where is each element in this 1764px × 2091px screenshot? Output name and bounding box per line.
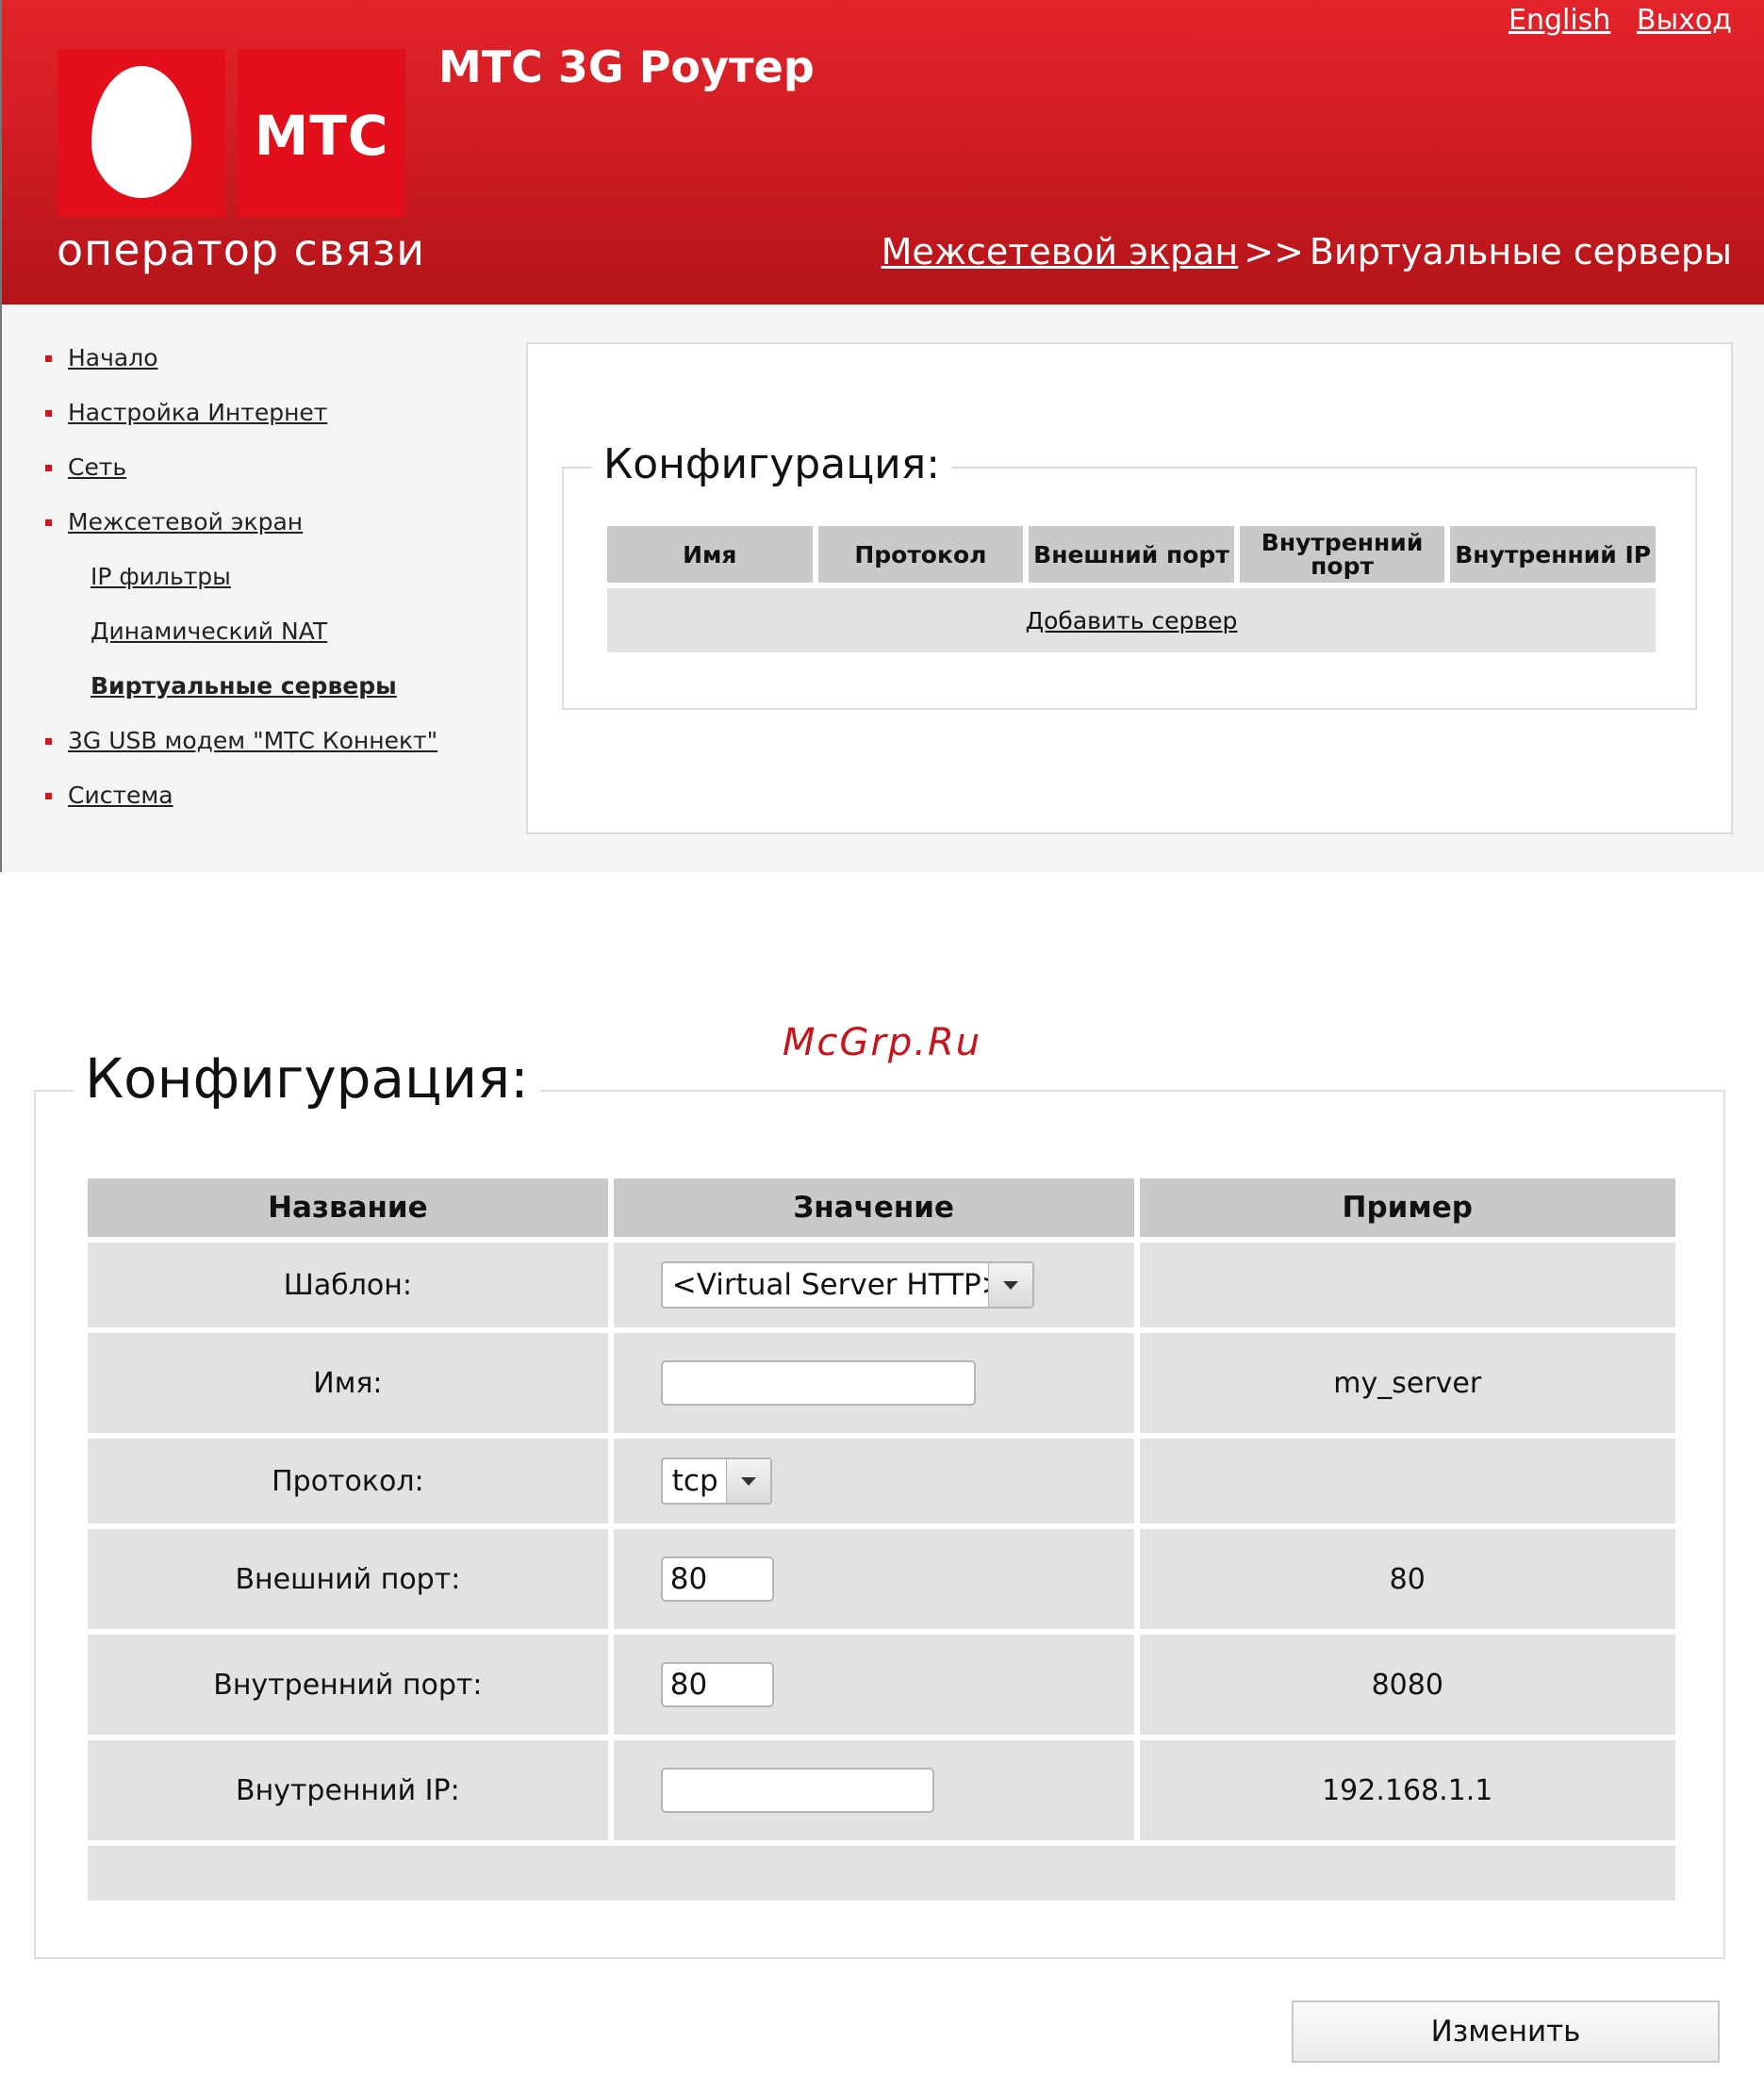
sidebar-item-label[interactable]: IP фильтры: [91, 561, 231, 593]
row-label: Шаблон:: [88, 1243, 608, 1327]
servers-table: Имя Протокол Внешний порт Внутренний пор…: [602, 520, 1661, 658]
column-header-internal-ip: Внутренний IP: [1450, 526, 1656, 583]
table-row: Внешний порт: 80: [88, 1529, 1675, 1629]
sidebar-item-label[interactable]: Начало: [68, 342, 157, 374]
tagline: оператор связи: [57, 224, 426, 275]
table-row: Имя: my_server: [88, 1333, 1675, 1433]
footer-cell: [88, 1846, 1675, 1901]
external-port-input[interactable]: [660, 1556, 774, 1602]
bullet-icon: [45, 519, 52, 526]
template-select-value: <Virtual Server HTTP>: [671, 1268, 1006, 1302]
column-header-protocol: Протокол: [817, 526, 1024, 583]
sidebar: Начало Настройка Интернет Сеть Межсетево…: [45, 342, 517, 834]
sidebar-item-label[interactable]: Виртуальные серверы: [91, 670, 397, 702]
table-row: Добавить сервер: [607, 588, 1656, 652]
server-config-fieldset: Конфигурация: Название Значение Пример Ш…: [34, 1046, 1725, 1959]
sidebar-item-dynamic-nat[interactable]: Динамический NAT: [45, 616, 517, 670]
sidebar-item-label[interactable]: Сеть: [68, 452, 126, 484]
content-panel: Конфигурация: Имя Протокол Внешний порт …: [526, 342, 1733, 834]
bullet-icon: [45, 410, 52, 417]
row-value-cell: [613, 1529, 1134, 1629]
row-value-cell: <Virtual Server HTTP>: [613, 1243, 1134, 1327]
sidebar-item-label[interactable]: Настройка Интернет: [68, 397, 327, 429]
row-label: Протокол:: [88, 1439, 608, 1523]
table-row: Внутренний IP: 192.168.1.1: [88, 1740, 1675, 1840]
server-config-table: Название Значение Пример Шаблон: <Virtua…: [82, 1173, 1681, 1906]
row-value-cell: [613, 1635, 1134, 1735]
sidebar-item-system[interactable]: Система: [45, 780, 517, 834]
column-header-name: Имя: [607, 526, 813, 583]
protocol-select-value: tcp: [671, 1464, 718, 1498]
column-header-example: Пример: [1139, 1178, 1675, 1237]
mts-egg-logo: [58, 49, 225, 217]
breadcrumb-parent-link[interactable]: Межсетевой экран: [882, 231, 1239, 272]
row-label: Внутренний IP:: [88, 1740, 608, 1840]
row-example: [1139, 1243, 1675, 1327]
table-row: Внутренний порт: 80 80: [88, 1635, 1675, 1735]
fieldset-legend: Конфигурация:: [74, 1046, 540, 1111]
row-example: [1139, 1439, 1675, 1523]
row-example: 80: [1139, 1529, 1675, 1629]
table-row: Протокол: tcp: [88, 1439, 1675, 1523]
sidebar-item-label[interactable]: 3G USB модем "МТС Коннект": [68, 725, 437, 757]
table-header-row: Имя Протокол Внешний порт Внутренний пор…: [607, 526, 1656, 583]
sidebar-item-network[interactable]: Сеть: [45, 452, 517, 506]
header-banner: МТС оператор связи МТС 3G Роутер English…: [0, 0, 1764, 305]
sidebar-item-usb-modem[interactable]: 3G USB модем "МТС Коннект": [45, 725, 517, 780]
column-header-value: Значение: [613, 1178, 1134, 1237]
bullet-icon: [45, 355, 52, 362]
template-select[interactable]: <Virtual Server HTTP>: [660, 1261, 1034, 1309]
sidebar-item-virtual-servers[interactable]: Виртуальные серверы: [45, 670, 517, 725]
egg-icon: [91, 66, 191, 198]
sidebar-item-firewall[interactable]: Межсетевой экран: [45, 506, 517, 561]
mts-text-logo: МТС: [238, 49, 405, 217]
bullet-icon: [45, 465, 52, 471]
sidebar-item-label[interactable]: Система: [68, 780, 173, 812]
add-server-cell: Добавить сервер: [607, 588, 1656, 652]
column-header-internal-port: Внутренний порт: [1239, 526, 1445, 583]
row-example: 192.168.1.1: [1139, 1740, 1675, 1840]
chevron-down-icon[interactable]: [725, 1459, 770, 1503]
name-input[interactable]: [660, 1360, 976, 1406]
fieldset-legend: Конфигурация:: [592, 440, 952, 488]
sidebar-item-internet-setup[interactable]: Настройка Интернет: [45, 397, 517, 452]
sidebar-item-ip-filters[interactable]: IP фильтры: [45, 561, 517, 616]
chevron-down-icon[interactable]: [987, 1263, 1032, 1307]
apply-button[interactable]: Изменить: [1292, 2000, 1720, 2063]
row-value-cell: [613, 1333, 1134, 1433]
english-link[interactable]: English: [1508, 4, 1610, 37]
row-label: Внешний порт:: [88, 1529, 608, 1629]
row-example: my_server: [1139, 1333, 1675, 1433]
breadcrumb: Межсетевой экран >> Виртуальные серверы: [882, 231, 1732, 272]
top-panel: Начало Настройка Интернет Сеть Межсетево…: [0, 305, 1764, 872]
protocol-select[interactable]: tcp: [660, 1457, 772, 1505]
bullet-icon: [45, 793, 52, 799]
bullet-icon: [45, 738, 52, 745]
table-footer-row: [88, 1846, 1675, 1901]
row-label: Внутренний порт:: [88, 1635, 608, 1735]
table-header-row: Название Значение Пример: [88, 1178, 1675, 1237]
internal-ip-input[interactable]: [660, 1768, 934, 1813]
row-value-cell: tcp: [613, 1439, 1134, 1523]
row-example: 8080: [1139, 1635, 1675, 1735]
row-label: Имя:: [88, 1333, 608, 1433]
sidebar-item-label[interactable]: Межсетевой экран: [68, 506, 303, 538]
internal-port-input[interactable]: [660, 1662, 774, 1707]
logout-link[interactable]: Выход: [1637, 4, 1732, 37]
add-server-link[interactable]: Добавить сервер: [1026, 607, 1238, 634]
column-header-external-port: Внешний порт: [1029, 526, 1234, 583]
table-row: Шаблон: <Virtual Server HTTP>: [88, 1243, 1675, 1327]
row-value-cell: [613, 1740, 1134, 1840]
product-title: МТС 3G Роутер: [438, 41, 815, 92]
breadcrumb-current: Виртуальные серверы: [1309, 231, 1732, 272]
logo-text: МТС: [254, 104, 389, 168]
top-links: English Выход: [1492, 4, 1732, 37]
sidebar-item-home[interactable]: Начало: [45, 342, 517, 397]
breadcrumb-separator: >>: [1244, 231, 1304, 272]
sidebar-item-label[interactable]: Динамический NAT: [91, 616, 327, 648]
column-header-parameter: Название: [88, 1178, 608, 1237]
servers-fieldset: Конфигурация: Имя Протокол Внешний порт …: [562, 440, 1697, 710]
